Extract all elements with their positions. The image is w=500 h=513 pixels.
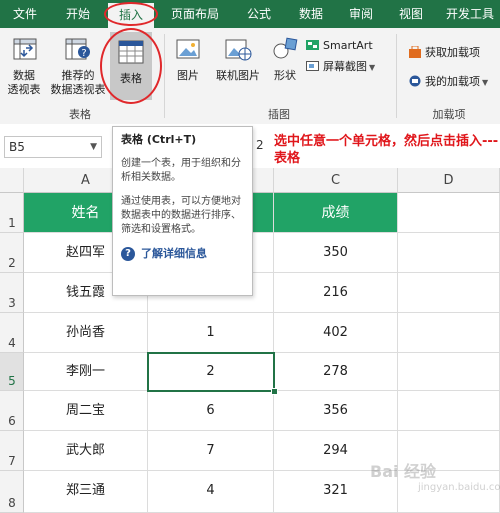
table-cell[interactable]	[398, 233, 500, 273]
dropdown-arrow-icon: ▼	[482, 78, 489, 87]
dropdown-arrow-icon: ▼	[90, 142, 97, 152]
my-addins-button[interactable]: 我的加载项 ▼	[408, 73, 500, 91]
table-cell-name[interactable]: 孙尚香	[24, 313, 148, 353]
shapes-icon	[273, 37, 298, 59]
my-addins-label: 我的加载项	[425, 75, 480, 88]
tab-insert[interactable]: 插入	[108, 3, 154, 28]
picture-label: 图片	[177, 69, 199, 82]
table-cell[interactable]	[398, 313, 500, 353]
row-header-1[interactable]: 1	[0, 193, 24, 233]
pivot-table-button[interactable]: 数据 透视表	[2, 36, 46, 100]
dropdown-arrow-icon: ▼	[369, 63, 376, 72]
instruction-annotation: 选中任意一个单元格，然后点击插入---表格	[274, 134, 499, 166]
table-cell-name[interactable]: 郑三通	[24, 471, 148, 513]
recommended-pivot-icon: ?	[65, 38, 90, 60]
row-header-6[interactable]: 6	[0, 391, 24, 431]
table-cell-id[interactable]: 4	[148, 471, 274, 513]
ribbon-insert: 数据 透视表 ? 推荐的 数据透视表 表格 表格 图片 联机图片 形状 Smar…	[0, 28, 500, 125]
column-header-c[interactable]: C	[274, 168, 398, 193]
table-label: 表格	[120, 72, 142, 85]
tab-formulas[interactable]: 公式	[236, 0, 282, 28]
screenshot-icon	[306, 61, 319, 71]
svg-text:?: ?	[81, 48, 86, 59]
get-addins-label: 获取加载项	[425, 46, 480, 59]
screenshot-label: 屏幕截图	[323, 60, 367, 73]
table-cell[interactable]	[398, 391, 500, 431]
tab-data[interactable]: 数据	[288, 0, 334, 28]
group-label-illustrations: 插图	[268, 108, 290, 121]
online-picture-icon	[225, 39, 252, 61]
help-icon: ?	[121, 247, 135, 261]
watermark-url: jingyan.baidu.com	[418, 482, 500, 493]
recommended-pivot-label: 推荐的 数据透视表	[50, 69, 106, 96]
table-cell-id-selected[interactable]: 2	[148, 353, 274, 391]
fill-handle[interactable]	[271, 388, 278, 395]
get-addins-button[interactable]: 获取加载项	[408, 44, 500, 62]
shapes-button[interactable]: 形状	[268, 36, 302, 100]
table-cell[interactable]	[398, 353, 500, 391]
table-cell-score[interactable]: 278	[274, 353, 398, 391]
picture-icon	[176, 39, 200, 59]
table-cell-id[interactable]: 6	[148, 391, 274, 431]
tab-file[interactable]: 文件	[0, 0, 50, 28]
shapes-label: 形状	[274, 69, 296, 82]
row-header-5[interactable]: 5	[0, 353, 24, 391]
ribbon-tab-bar: 文件 开始 插入 页面布局 公式 数据 审阅 视图 开发工具	[0, 0, 500, 28]
table-cell-score[interactable]: 216	[274, 273, 398, 313]
group-label-tables: 表格	[69, 108, 91, 121]
table-icon	[118, 40, 144, 64]
table-cell[interactable]	[398, 273, 500, 313]
pivot-table-icon	[13, 38, 37, 60]
row-header-2[interactable]: 2	[0, 233, 24, 273]
tooltip-title: 表格 (Ctrl+T)	[121, 133, 197, 146]
row-header-4[interactable]: 4	[0, 313, 24, 353]
tab-page-layout[interactable]: 页面布局	[160, 0, 230, 28]
header-cell-score[interactable]: 成绩	[274, 193, 398, 233]
tab-home[interactable]: 开始	[52, 0, 104, 28]
learn-more-label: 了解详细信息	[141, 247, 207, 260]
row-header-7[interactable]: 7	[0, 431, 24, 471]
formula-input[interactable]: 2	[256, 138, 264, 152]
screenshot-button[interactable]: 屏幕截图 ▼	[306, 58, 388, 76]
name-box-value: B5	[9, 140, 25, 154]
table-cell[interactable]	[398, 193, 500, 233]
tooltip-learn-more-link[interactable]: ? 了解详细信息	[121, 247, 244, 261]
table-button[interactable]: 表格	[110, 32, 152, 100]
table-cell-name[interactable]: 周二宝	[24, 391, 148, 431]
watermark: Bai 经验	[370, 462, 437, 481]
smartart-button[interactable]: SmartArt	[306, 37, 388, 55]
table-cell-score[interactable]: 350	[274, 233, 398, 273]
pivot-table-label: 数据 透视表	[7, 69, 41, 96]
table-tooltip: 表格 (Ctrl+T) 创建一个表，用于组织和分析相关数据。 通过使用表，可以方…	[112, 126, 253, 296]
ribbon-separator	[164, 34, 165, 118]
online-picture-button[interactable]: 联机图片	[210, 36, 266, 100]
select-all-corner[interactable]	[0, 168, 24, 193]
ribbon-separator	[396, 34, 397, 118]
row-header-3[interactable]: 3	[0, 273, 24, 313]
recommended-pivot-button[interactable]: ? 推荐的 数据透视表	[48, 36, 108, 100]
tab-developer[interactable]: 开发工具	[440, 0, 500, 28]
tooltip-description: 通过使用表，可以方便地对数据表中的数据进行排序、筛选和设置格式。	[121, 196, 241, 235]
table-cell-score[interactable]: 402	[274, 313, 398, 353]
smartart-icon	[306, 40, 319, 50]
table-cell-score[interactable]: 356	[274, 391, 398, 431]
tab-view[interactable]: 视图	[388, 0, 434, 28]
column-header-d[interactable]: D	[398, 168, 500, 193]
picture-button[interactable]: 图片	[168, 36, 208, 100]
smartart-label: SmartArt	[323, 39, 373, 52]
name-box[interactable]: B5 ▼	[4, 136, 102, 158]
store-icon	[409, 45, 421, 58]
tab-review[interactable]: 审阅	[338, 0, 384, 28]
row-header-8[interactable]: 8	[0, 471, 24, 513]
addins-icon	[409, 75, 421, 87]
table-cell-id[interactable]: 1	[148, 313, 274, 353]
table-cell-name[interactable]: 李刚一	[24, 353, 148, 391]
group-label-addins: 加载项	[432, 108, 466, 121]
table-cell-name[interactable]: 武大郎	[24, 431, 148, 471]
tooltip-description: 创建一个表，用于组织和分析相关数据。	[121, 158, 241, 183]
online-picture-label: 联机图片	[216, 69, 260, 82]
table-cell-id[interactable]: 7	[148, 431, 274, 471]
